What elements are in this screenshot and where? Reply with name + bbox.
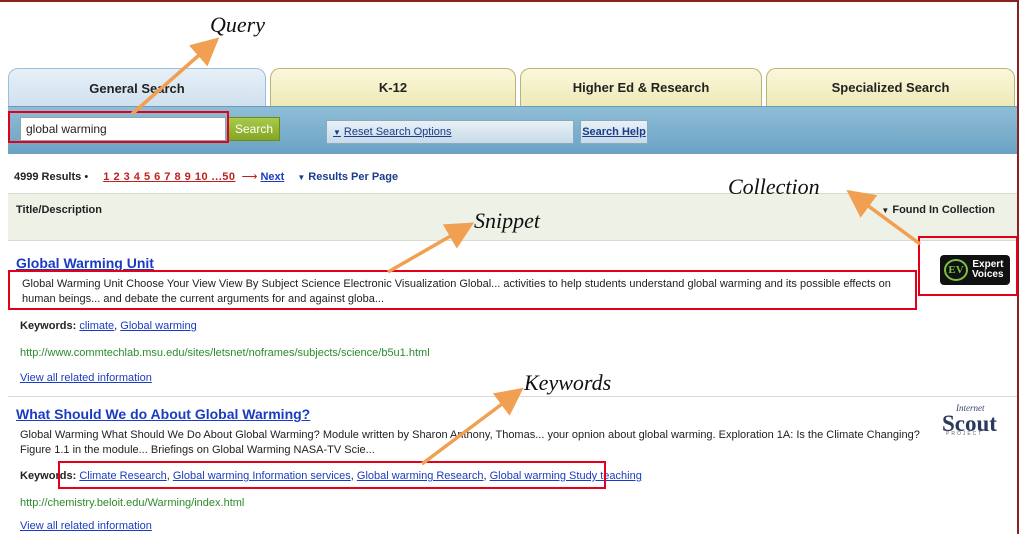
result-title[interactable]: Global Warming Unit xyxy=(16,255,154,271)
annotation-label-query: Query xyxy=(210,12,265,37)
reset-search-options-label: Reset Search Options xyxy=(343,126,452,138)
caret-down-icon: ▼ xyxy=(881,206,890,215)
search-button[interactable]: Search xyxy=(228,117,280,141)
results-pagination-bar: 4999 Results • 1 2 3 4 5 6 7 8 9 10 ...5… xyxy=(14,170,398,183)
annotation-box-keywords xyxy=(58,461,606,489)
result-url[interactable]: http://www.commtechlab.msu.edu/sites/let… xyxy=(20,347,430,359)
result-snippet: Global Warming What Should We Do About G… xyxy=(20,429,920,456)
page-links-rest[interactable]: 2 3 4 5 6 7 8 9 10 ...50 xyxy=(113,171,235,183)
arrow-right-icon: ⟶ xyxy=(241,171,258,183)
tab-general-search[interactable]: General Search xyxy=(8,68,266,108)
keywords-label: Keywords: xyxy=(20,320,77,332)
annotation-box-collection xyxy=(918,236,1018,296)
search-tabs: General Search K-12 Higher Ed & Research… xyxy=(8,68,1015,108)
annotation-label-keywords: Keywords xyxy=(524,370,612,395)
column-found-in-collection[interactable]: ▼ Found In Collection xyxy=(881,204,995,216)
keyword-link[interactable]: Global warming xyxy=(120,320,196,332)
tab-specialized-search[interactable]: Specialized Search xyxy=(766,68,1015,106)
results-per-page-dropdown[interactable]: ▼ Results Per Page xyxy=(297,171,398,183)
annotation-box-query xyxy=(8,111,229,143)
internet-scout-logo: Internet Scout PROJECT xyxy=(942,403,1016,439)
next-page-link[interactable]: Next xyxy=(260,171,284,183)
result-title[interactable]: What Should We do About Global Warming? xyxy=(16,406,310,422)
reset-search-options-link[interactable]: ▼ Reset Search Options xyxy=(326,120,574,144)
results-per-page-label: Results Per Page xyxy=(308,171,399,183)
bullet: • xyxy=(84,171,89,183)
keyword-link[interactable]: climate xyxy=(79,320,114,332)
annotation-label-snippet: Snippet xyxy=(474,208,540,233)
tab-higher-ed-research[interactable]: Higher Ed & Research xyxy=(520,68,762,106)
view-related-link[interactable]: View all related information xyxy=(20,372,152,384)
column-found-label: Found In Collection xyxy=(892,204,995,216)
result-divider xyxy=(8,396,1017,397)
column-title-description[interactable]: Title/Description xyxy=(16,204,102,216)
tab-k-12[interactable]: K-12 xyxy=(270,68,516,106)
annotation-box-snippet xyxy=(8,270,917,310)
view-related-link[interactable]: View all related information xyxy=(20,520,152,532)
result-url[interactable]: http://chemistry.beloit.edu/Warming/inde… xyxy=(20,497,244,509)
page-link-current[interactable]: 1 xyxy=(103,171,110,183)
search-help-link[interactable]: Search Help xyxy=(580,120,648,144)
results-count: 4999 Results xyxy=(14,171,82,183)
caret-down-icon: ▼ xyxy=(333,127,341,137)
scout-logo-subtext: PROJECT xyxy=(946,431,984,437)
caret-down-icon: ▼ xyxy=(297,173,306,182)
result-keywords: Keywords: climate, Global warming xyxy=(20,320,197,332)
page-links[interactable]: 1 2 3 4 5 6 7 8 9 10 ...50 xyxy=(103,171,235,183)
annotation-label-collection: Collection xyxy=(728,174,820,199)
